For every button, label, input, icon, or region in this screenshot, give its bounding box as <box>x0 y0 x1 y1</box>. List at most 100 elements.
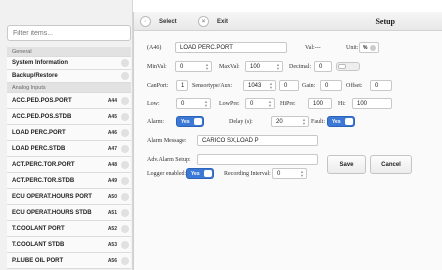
alarm-toggle-label: Yes <box>181 118 190 125</box>
chevron-right-icon <box>121 96 129 105</box>
sidebar-item-label: T.COOLANT STDB <box>12 241 65 248</box>
alarm-message-field[interactable]: CARICO SX,LOAD P <box>197 135 318 146</box>
chevron-right-icon <box>121 112 129 121</box>
sidebar-item[interactable]: ACC.PED.POS.STDB A45 <box>7 109 131 125</box>
delay-field[interactable]: 20 ▲ ▼ <box>271 116 309 127</box>
logger-toggle-label: Yes <box>191 170 200 177</box>
sensortype-label: Sensortype/Aux: <box>192 83 233 89</box>
sidebar-item[interactable]: ACT.PERC.TOR.PORT A48 <box>7 157 131 173</box>
toggle-knob <box>345 118 353 125</box>
name-field[interactable]: LOAD PERC.PORT <box>175 42 287 53</box>
sidebar-item[interactable]: ACC.PED.POS.PORT A44 <box>7 93 131 109</box>
chevron-right-icon <box>121 59 129 67</box>
select-label: Select <box>159 18 177 25</box>
alarm-label: Alarm: <box>147 119 164 125</box>
sidebar-item-tag: A53 <box>107 241 117 248</box>
unit-select[interactable]: % <box>359 42 379 53</box>
maxval-field[interactable]: 100 ▲ ▼ <box>245 61 283 72</box>
maxval-label: MaxVal: <box>219 64 240 70</box>
canport-label: CanPort: <box>147 83 169 89</box>
fault-toggle[interactable]: Yes <box>327 116 355 127</box>
sidebar-item-label: T.COOLANT PORT <box>12 225 65 232</box>
sidebar-item-tag: A48 <box>107 161 117 168</box>
sidebar-item[interactable]: ECU OPERAT.HOURS PORT A50 <box>7 189 131 205</box>
sidebar-item-label: Analog Inputs <box>12 84 46 91</box>
chevron-right-icon <box>121 128 129 137</box>
sidebar-item-tag: A50 <box>107 193 117 200</box>
sidebar-item-label: General <box>12 48 32 55</box>
search-box[interactable] <box>7 25 131 41</box>
sidebar-item-tag: A47 <box>107 145 117 152</box>
toolbar: ◦ Select × Exit Setup <box>134 12 442 31</box>
fault-label: Fault: <box>311 119 326 125</box>
sidebar-item-label: ACC.PED.POS.PORT <box>12 97 72 104</box>
sidebar-item-label: System Information <box>12 60 69 66</box>
alarm-toggle[interactable]: Yes <box>176 116 204 127</box>
sidebar-item-label: P.LUBE OIL PORT <box>12 257 64 264</box>
sidebar-item[interactable]: T.COOLANT STDB A53 <box>7 237 131 253</box>
sidebar-item[interactable]: System Information <box>7 57 131 70</box>
lowpre-field[interactable]: 0 ▲ ▼ <box>245 98 275 109</box>
offset-field[interactable]: 0 <box>370 80 392 91</box>
sidebar-item[interactable]: ACT.PERC.TOR.STDB A49 <box>7 173 131 189</box>
chevron-right-icon <box>121 192 129 201</box>
unit-label: Unit: <box>346 45 359 51</box>
rec-interval-field[interactable]: 0 ▲ ▼ <box>272 168 307 179</box>
sidebar-item-tag: A49 <box>107 177 117 184</box>
stepper-icon[interactable]: ▲ ▼ <box>269 82 273 90</box>
sidebar-list: General System Information Backup/Restore A… <box>7 47 131 269</box>
hi-field[interactable]: 100 <box>352 98 392 109</box>
canport-field[interactable]: 1 <box>176 80 188 91</box>
alarm-message-label: Alarm Message: <box>147 138 187 144</box>
sidebar-item[interactable]: Backup/Restore <box>7 70 131 83</box>
logger-label: Logger enabled: <box>147 171 187 177</box>
aux-field[interactable]: 0 <box>279 80 299 91</box>
sensortype-field[interactable]: 1043 ▲ ▼ <box>243 80 276 91</box>
sidebar-item[interactable]: P.LUBE OIL PORT A56 <box>7 253 131 269</box>
lowpre-label: LowPre: <box>219 101 240 107</box>
delay-label: Delay (s): <box>229 119 253 125</box>
low-label: Low: <box>147 101 160 107</box>
stepper-icon[interactable]: ▲ ▼ <box>276 63 280 71</box>
decimal-slider[interactable] <box>336 62 360 71</box>
adv-alarm-field[interactable] <box>197 154 318 165</box>
cancel-button[interactable]: Cancel <box>370 155 412 174</box>
adv-alarm-label: Adv.Alarm Setup: <box>147 157 191 163</box>
sidebar-item-tag: A45 <box>107 113 117 120</box>
chevron-right-icon <box>121 240 129 249</box>
sidebar-item[interactable]: LOAD PERC.PORT A46 <box>7 125 131 141</box>
decimal-field[interactable]: 0 <box>314 61 332 72</box>
stepper-icon[interactable]: ▲ ▼ <box>300 170 304 178</box>
exit-icon: × <box>198 16 209 27</box>
save-button[interactable]: Save <box>327 155 366 174</box>
chevron-right-icon <box>121 72 129 80</box>
sidebar-item[interactable]: T.COOLANT PORT A52 <box>7 221 131 237</box>
select-button[interactable]: ◦ Select <box>140 15 177 28</box>
stepper-icon[interactable]: ▲ ▼ <box>302 118 306 126</box>
sidebar-item-label: ACC.PED.POS.STDB <box>12 113 72 120</box>
stepper-icon[interactable]: ▲ ▼ <box>268 100 272 108</box>
search-input[interactable] <box>8 26 130 40</box>
sidebar-section-header: Analog Inputs <box>7 83 131 93</box>
sensortype-value: 1043 <box>248 82 262 89</box>
sidebar-item[interactable]: ECU OPERAT.HOURS STDB A51 <box>7 205 131 221</box>
sidebar-item-label: Backup/Restore <box>12 73 58 79</box>
chevron-right-icon <box>121 208 129 217</box>
stepper-icon[interactable]: ▲ ▼ <box>205 63 209 71</box>
stepper-icon[interactable]: ▲ ▼ <box>204 100 208 108</box>
sidebar-item-label: LOAD PERC.STDB <box>12 145 66 152</box>
logger-toggle[interactable]: Yes <box>186 168 214 179</box>
minval-value: 0 <box>180 63 184 70</box>
offset-label: Offset: <box>346 83 363 89</box>
sidebar-item-tag: A46 <box>107 129 117 136</box>
sidebar-item[interactable]: LOAD PERC.STDB A47 <box>7 141 131 157</box>
exit-button[interactable]: × Exit <box>198 15 228 28</box>
low-field[interactable]: 0 ▲ ▼ <box>176 98 211 109</box>
sidebar: General System Information Backup/Restore A… <box>0 0 133 270</box>
slider-knob[interactable] <box>338 64 346 69</box>
hipre-field[interactable]: 100 <box>308 98 332 109</box>
fault-toggle-label: Yes <box>332 118 341 125</box>
gain-field[interactable]: 0 <box>320 80 342 91</box>
minval-field[interactable]: 0 ▲ ▼ <box>175 61 212 72</box>
item-id: (A46) <box>147 45 162 51</box>
